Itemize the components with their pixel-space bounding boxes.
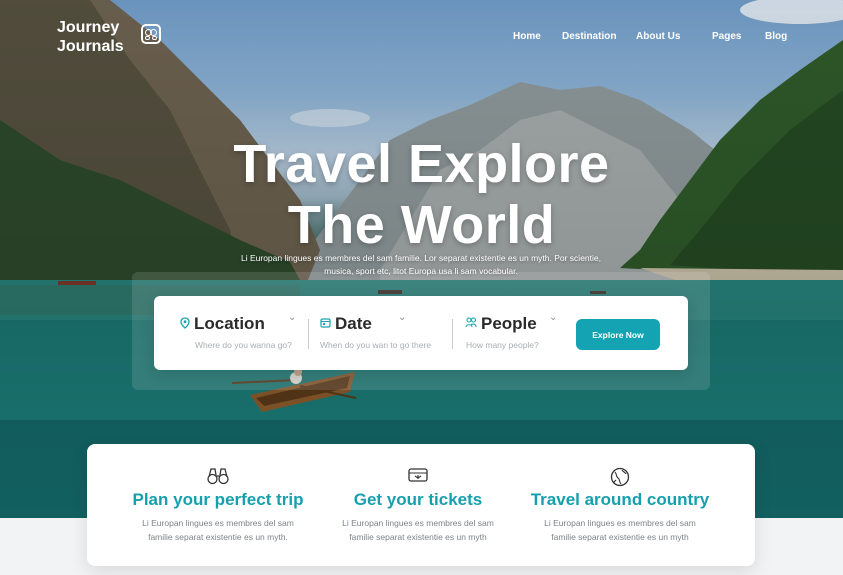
- feature-desc-line1: Li Europan lingues es membres del sam: [142, 518, 294, 528]
- feature-desc-line1: Li Europan lingues es membres del sam: [342, 518, 494, 528]
- feature-title: Plan your perfect trip: [132, 490, 304, 509]
- globe-icon: [610, 467, 630, 487]
- nav-item-pages[interactable]: Pages: [712, 31, 741, 42]
- feature-title: Get your tickets: [353, 490, 483, 509]
- main-nav: Home Destination About Us Pages Blog: [0, 31, 843, 45]
- ticket-icon: [408, 468, 428, 482]
- search-panel: Location ⌄ Where do you wanna go? Date ⌄…: [154, 296, 688, 370]
- date-field[interactable]: Date ⌄ When do you wan to go there: [320, 296, 446, 370]
- feature-plan-trip: Plan your perfect trip Li Europan lingue…: [107, 444, 329, 566]
- divider: [452, 319, 453, 349]
- divider: [308, 319, 309, 349]
- date-label: Date: [335, 314, 372, 333]
- feature-desc: Li Europan lingues es membres del sam fa…: [509, 516, 731, 544]
- hero-subtitle-line1: Li Europan lingues es membres del sam fa…: [240, 253, 601, 263]
- explore-now-button[interactable]: Explore Now: [576, 319, 660, 350]
- people-hint: How many people?: [466, 340, 539, 350]
- feature-desc: Li Europan lingues es membres del sam fa…: [307, 516, 529, 544]
- people-field[interactable]: People ⌄ How many people?: [465, 296, 565, 370]
- location-chevron-down-icon[interactable]: ⌄: [288, 312, 296, 323]
- nav-item-home[interactable]: Home: [513, 31, 541, 42]
- map-pin-icon: [180, 316, 190, 332]
- location-field[interactable]: Location ⌄ Where do you wanna go?: [180, 296, 306, 370]
- feature-travel-country: Travel around country Li Europan lingues…: [509, 444, 731, 566]
- people-chevron-down-icon[interactable]: ⌄: [549, 312, 557, 323]
- nav-item-destination[interactable]: Destination: [562, 31, 616, 42]
- feature-desc-line2: familie separat existentie es un myth: [349, 532, 487, 542]
- people-icon: [465, 317, 477, 331]
- binoculars-icon: [207, 468, 229, 485]
- location-hint: Where do you wanna go?: [195, 340, 292, 350]
- feature-desc-line1: Li Europan lingues es membres del sam: [544, 518, 696, 528]
- calendar-icon: [320, 317, 331, 331]
- date-chevron-down-icon[interactable]: ⌄: [398, 312, 406, 323]
- hero-title-line2: The World: [287, 195, 556, 255]
- location-label: Location: [194, 314, 265, 333]
- date-hint: When do you wan to go there: [320, 340, 432, 350]
- feature-get-tickets: Get your tickets Li Europan lingues es m…: [307, 444, 529, 566]
- feature-desc: Li Europan lingues es membres del sam fa…: [107, 516, 329, 544]
- nav-item-about-us[interactable]: About Us: [636, 31, 680, 42]
- features-card: Plan your perfect trip Li Europan lingue…: [87, 444, 755, 566]
- feature-desc-line2: familie separat existentie es un myth: [551, 532, 689, 542]
- feature-title: Travel around country: [530, 490, 710, 509]
- people-label: People: [481, 314, 537, 333]
- feature-desc-line2: familie separat existentie es un myth.: [148, 532, 288, 542]
- hero-title-line1: Travel Explore: [233, 134, 610, 194]
- nav-item-blog[interactable]: Blog: [765, 31, 787, 42]
